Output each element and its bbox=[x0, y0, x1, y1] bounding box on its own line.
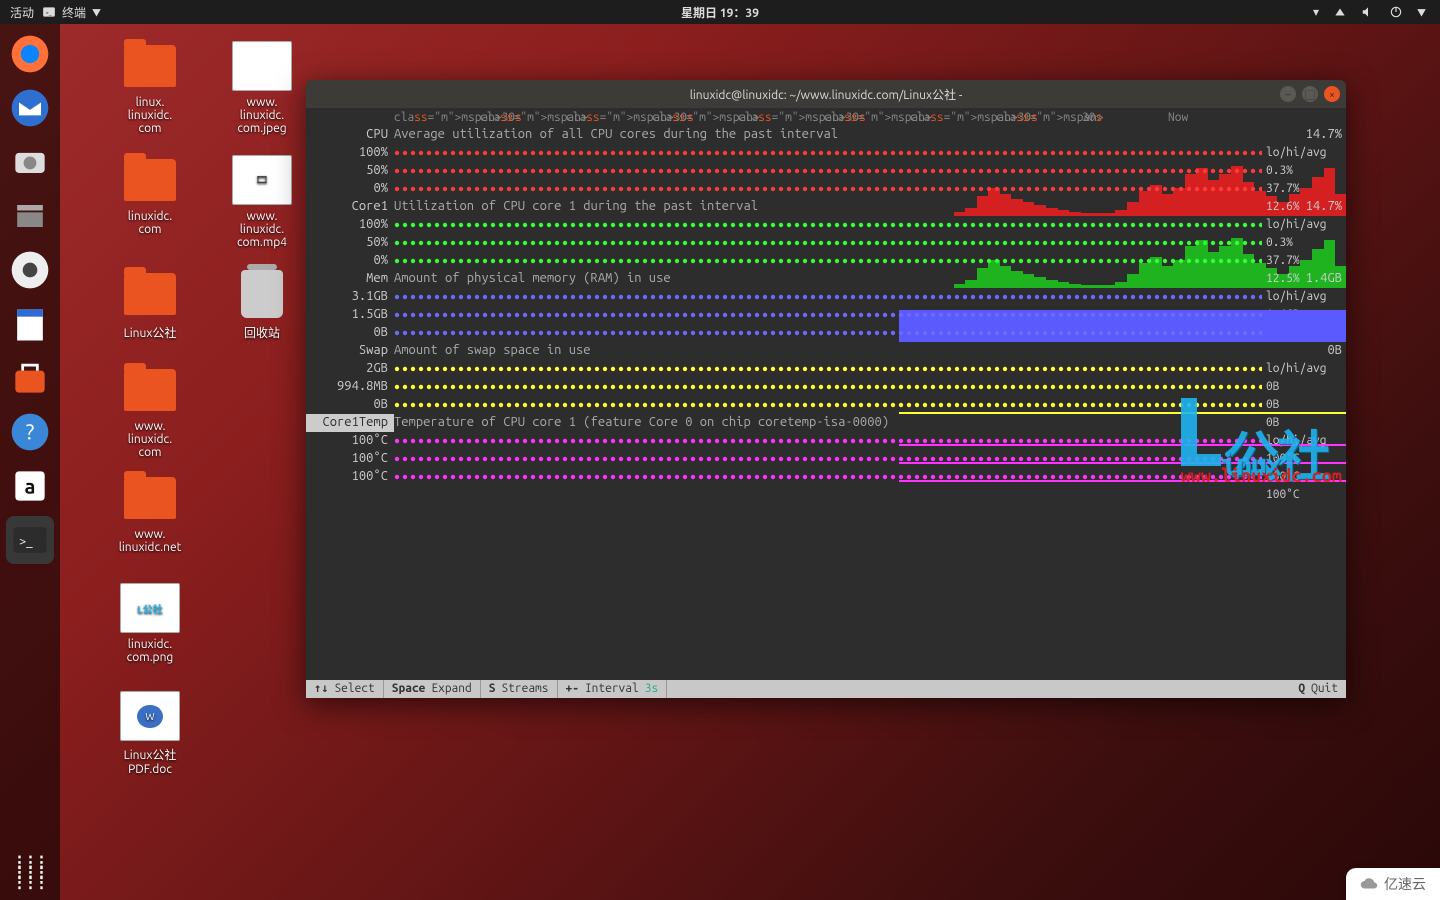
section-core1: Core1 Utilization of CPU core 1 during t… bbox=[306, 198, 1346, 270]
terminal-icon: >_ bbox=[42, 5, 56, 19]
svg-text:a: a bbox=[25, 474, 36, 497]
timeline-tick: 2<span class="m">mspan>30s bbox=[738, 108, 824, 126]
desktop-icon[interactable]: 回收站 bbox=[212, 268, 312, 341]
desktop-icon[interactable]: www. linuxidc. com bbox=[100, 364, 200, 459]
timeline-tick: 4<span class="m">mspan> bbox=[480, 108, 566, 126]
timeline-tick: 30s bbox=[1082, 109, 1168, 127]
timeline-axis: 4<span class="m">mspan>30s4<span class="… bbox=[306, 108, 1346, 126]
timeline-tick: 1<span class="m">mspan>30s bbox=[910, 108, 996, 126]
minimize-button[interactable]: – bbox=[1280, 86, 1296, 102]
desktop-icon[interactable]: www. linuxidc.net bbox=[100, 472, 200, 554]
section-swap: Swap Amount of swap space in use0B2GBlo/… bbox=[306, 342, 1346, 414]
timeline-tick: 3<span class="m">mspan>30s bbox=[566, 108, 652, 126]
maximize-button[interactable]: ▢ bbox=[1302, 86, 1318, 102]
timeline-tick: 1<span class="m">mspan> bbox=[996, 108, 1082, 126]
desktop-icon[interactable]: 🎞www. linuxidc. com.mp4 bbox=[212, 154, 312, 249]
desktop-icon[interactable]: www. linuxidc. com.jpeg bbox=[212, 40, 312, 135]
power-icon[interactable] bbox=[1389, 5, 1403, 19]
timeline-tick: 4<span class="m">mspan>30s bbox=[394, 108, 480, 126]
desktop-icon[interactable]: linuxidc. com bbox=[100, 154, 200, 236]
cloud-icon bbox=[1360, 875, 1378, 893]
desktop-icon[interactable]: Linux公社 bbox=[100, 268, 200, 341]
dock: ? a >_ ⁝⁝⁝⁝⁝⁝⁝⁝⁝ bbox=[0, 24, 60, 900]
desktop-icon[interactable]: L公社linuxidc. com.png bbox=[100, 582, 200, 664]
corner-badge: 亿速云 bbox=[1346, 868, 1440, 900]
volume-icon[interactable] bbox=[1361, 5, 1375, 19]
status-expand[interactable]: SpaceExpand bbox=[384, 680, 481, 698]
desktop-icon[interactable]: linux. linuxidc. com bbox=[100, 40, 200, 135]
activities-button[interactable]: 活动 bbox=[10, 4, 34, 21]
terminal-window: linuxidc@linuxidc: ~/www.linuxidc.com/Li… bbox=[306, 80, 1346, 698]
system-menu-arrow-icon[interactable]: ▼ bbox=[1417, 6, 1426, 19]
network-icon[interactable] bbox=[1333, 5, 1347, 19]
timeline-tick: Now bbox=[1168, 109, 1254, 127]
close-button[interactable]: × bbox=[1324, 86, 1340, 102]
timeline-tick: 3<span class="m">mspan> bbox=[652, 108, 738, 126]
window-title: linuxidc@linuxidc: ~/www.linuxidc.com/Li… bbox=[690, 86, 963, 103]
section-mem: Mem Amount of physical memory (RAM) in u… bbox=[306, 270, 1346, 342]
status-quit[interactable]: QQuit bbox=[1290, 680, 1346, 698]
section-temp: Core1Temp Temperature of CPU core 1 (fea… bbox=[306, 414, 1346, 486]
timeline-tick: 2<span class="m">mspan> bbox=[824, 108, 910, 126]
desktop-icon[interactable]: WLinux公社 PDF.doc bbox=[100, 690, 200, 776]
dock-terminal[interactable]: >_ bbox=[6, 516, 54, 564]
section-cpu: CPU Average utilization of all CPU cores… bbox=[306, 126, 1346, 198]
svg-text:>_: >_ bbox=[19, 535, 33, 549]
svg-text:>_: >_ bbox=[46, 10, 52, 16]
show-applications-icon[interactable]: ⁝⁝⁝⁝⁝⁝⁝⁝⁝ bbox=[16, 858, 49, 888]
clock[interactable]: 星期日 19：39 bbox=[681, 4, 759, 21]
status-interval[interactable]: +-Interval3s bbox=[558, 680, 668, 698]
top-bar: 活动 >_ 终端 ▼ 星期日 19：39 ▾ ▼ bbox=[0, 0, 1440, 24]
status-bar: ↑↓Select SpaceExpand SStreams +-Interval… bbox=[306, 680, 1346, 698]
indicator-arrow-icon[interactable]: ▾ bbox=[1313, 5, 1319, 19]
dock-firefox[interactable] bbox=[6, 30, 54, 78]
dock-thunderbird[interactable] bbox=[6, 84, 54, 132]
dock-help[interactable]: ? bbox=[6, 408, 54, 456]
dock-software[interactable] bbox=[6, 354, 54, 402]
dock-writer[interactable] bbox=[6, 300, 54, 348]
svg-text:?: ? bbox=[26, 419, 35, 444]
dock-camera[interactable] bbox=[6, 138, 54, 186]
app-menu[interactable]: >_ 终端 ▼ bbox=[42, 4, 101, 21]
window-titlebar[interactable]: linuxidc@linuxidc: ~/www.linuxidc.com/Li… bbox=[306, 80, 1346, 108]
dock-files[interactable] bbox=[6, 192, 54, 240]
dock-rhythmbox[interactable] bbox=[6, 246, 54, 294]
status-streams[interactable]: SStreams bbox=[481, 680, 558, 698]
dock-amazon[interactable]: a bbox=[6, 462, 54, 510]
status-select[interactable]: ↑↓Select bbox=[306, 680, 384, 698]
terminal-content: 4<span class="m">mspan>30s4<span class="… bbox=[306, 108, 1346, 698]
